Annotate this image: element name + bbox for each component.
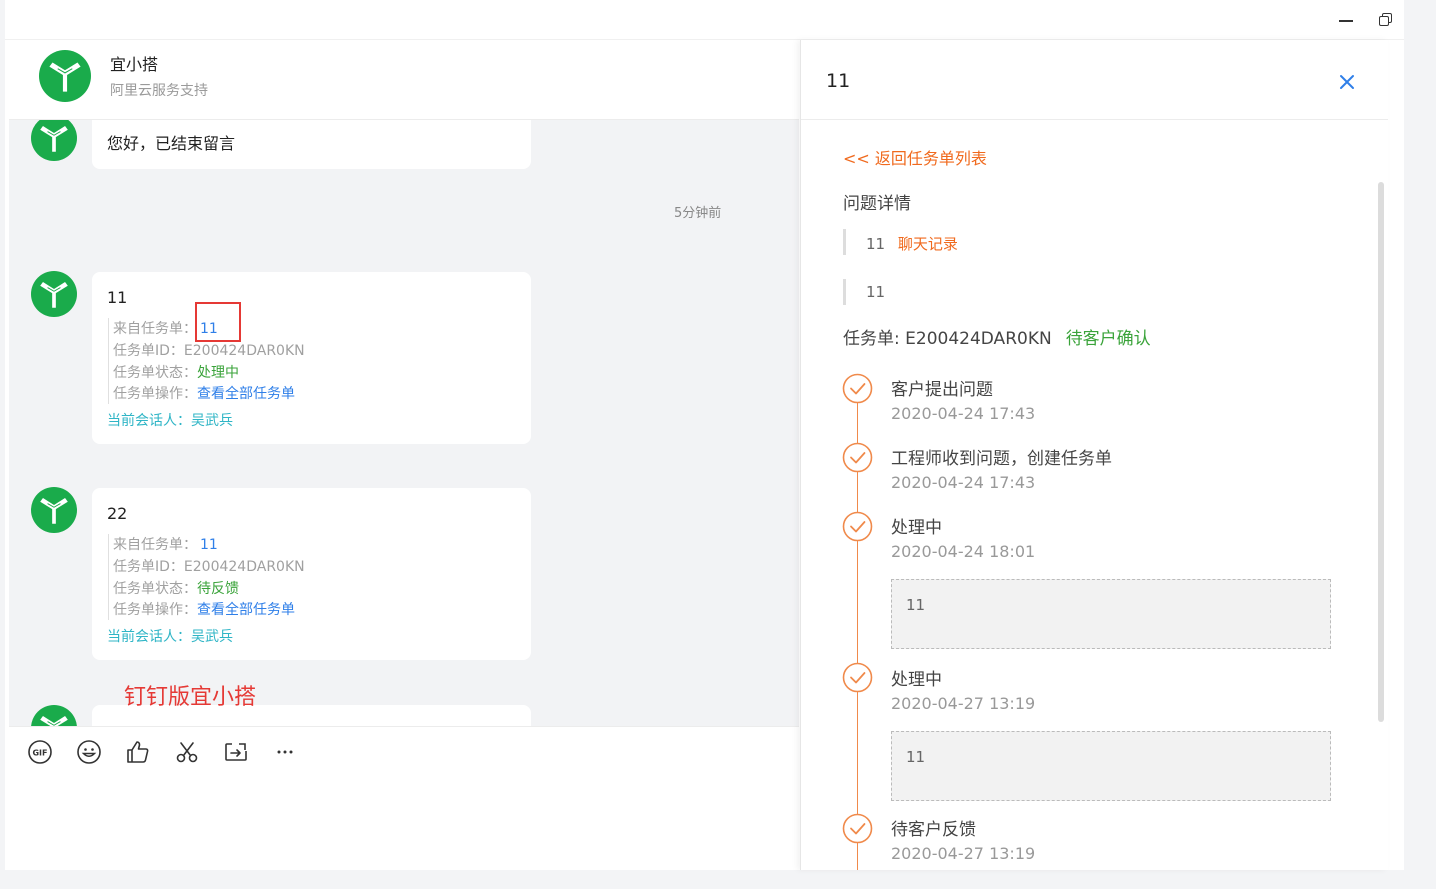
card-from-row: 来自任务单： 11 bbox=[113, 537, 218, 553]
card-status-row: 任务单状态：待反馈 bbox=[113, 581, 239, 597]
timeline-title: 工程师收到问题，创建任务单 bbox=[891, 449, 1112, 469]
task-id: 任务单: E200424DAR0KN bbox=[843, 329, 1052, 349]
timeline-time: 2020-04-24 18:01 bbox=[891, 542, 1036, 561]
timeline-note: 11 bbox=[891, 579, 1331, 649]
card-id-row: 任务单ID：E200424DAR0KN bbox=[113, 343, 305, 359]
card-speaker-row: 当前会话人：吴武兵 bbox=[107, 413, 233, 429]
panel-scrollbar[interactable] bbox=[1378, 182, 1384, 722]
scissors-icon[interactable] bbox=[174, 739, 200, 765]
gif-icon[interactable]: GIF bbox=[27, 739, 53, 765]
task-detail-panel: 11 << 返回任务单列表 问题详情 11 聊天记录 11 任务单: E2004… bbox=[800, 40, 1388, 870]
message-text: 您好，已结束留言 bbox=[107, 134, 236, 153]
timeline-time: 2020-04-27 13:19 bbox=[891, 694, 1036, 713]
card-speaker-row: 当前会话人：吴武兵 bbox=[107, 629, 233, 645]
chat-history-link[interactable]: 聊天记录 bbox=[898, 235, 958, 253]
card-op-row: 任务单操作：查看全部任务单 bbox=[113, 386, 295, 402]
bot-avatar-icon bbox=[39, 50, 91, 102]
back-to-task-list-link[interactable]: << 返回任务单列表 bbox=[843, 145, 987, 169]
card-status-row: 任务单状态：处理中 bbox=[113, 365, 239, 381]
bot-name: 宜小搭 bbox=[110, 55, 159, 74]
task-info: 任务单: E200424DAR0KN 待客户确认 bbox=[843, 324, 1151, 349]
card-title: 22 bbox=[107, 504, 128, 523]
timeline-title: 待客户反馈 bbox=[891, 820, 976, 840]
timeline-time: 2020-04-24 17:43 bbox=[891, 404, 1036, 423]
forward-icon[interactable] bbox=[223, 739, 249, 765]
task-card: 11 来自任务单： 11 任务单ID：E200424DAR0KN 任务单状态：处理… bbox=[92, 272, 531, 444]
bot-avatar-icon bbox=[31, 120, 77, 161]
close-icon[interactable] bbox=[1337, 72, 1357, 92]
minimize-button[interactable] bbox=[1336, 10, 1356, 30]
message-bubble: 您好，已结束留言 bbox=[92, 120, 531, 169]
check-circle-icon bbox=[842, 511, 873, 542]
task-status: 待客户确认 bbox=[1065, 329, 1151, 349]
check-circle-icon bbox=[842, 813, 873, 844]
check-circle-icon bbox=[842, 662, 873, 693]
card-title: 11 bbox=[107, 288, 128, 307]
timeline-title: 处理中 bbox=[891, 670, 942, 690]
thumbs-up-icon[interactable] bbox=[125, 739, 151, 765]
bot-avatar-icon bbox=[31, 705, 77, 726]
timeline-time: 2020-04-24 17:43 bbox=[891, 473, 1036, 492]
panel-title: 11 bbox=[826, 70, 851, 92]
timeline-time: 2020-04-27 13:19 bbox=[891, 844, 1036, 863]
restore-button[interactable] bbox=[1376, 10, 1396, 30]
bot-avatar-icon bbox=[31, 487, 77, 533]
watermark-caption: 钉钉版宜小搭 bbox=[124, 685, 257, 710]
more-icon[interactable] bbox=[272, 739, 298, 765]
question-line: 11 聊天记录 bbox=[866, 235, 958, 253]
question-line: 11 bbox=[866, 283, 886, 301]
view-all-tasks-link[interactable]: 查看全部任务单 bbox=[197, 602, 295, 618]
timeline-note: 11 bbox=[891, 731, 1331, 801]
highlight-box bbox=[195, 302, 241, 342]
bot-avatar-icon bbox=[31, 271, 77, 317]
bot-subtitle: 阿里云服务支持 bbox=[110, 83, 208, 99]
title-bar bbox=[5, 0, 1404, 40]
check-circle-icon bbox=[842, 442, 873, 473]
message-timestamp: 5分钟前 bbox=[674, 206, 722, 221]
section-title: 问题详情 bbox=[843, 194, 911, 214]
chat-header: 宜小搭 阿里云服务支持 bbox=[9, 40, 799, 120]
input-toolbar: GIF bbox=[9, 726, 799, 870]
message-list[interactable]: 您好，已结束留言 5分钟前 11 来自任务单： 11 任务单ID：E200424D… bbox=[9, 120, 799, 726]
check-circle-icon bbox=[842, 373, 873, 404]
app-window: 宜小搭 阿里云服务支持 您好，已结束留言 5分钟前 11 来自任务单： 11 任务… bbox=[5, 0, 1404, 870]
task-link[interactable]: 11 bbox=[200, 537, 218, 553]
card-id-row: 任务单ID：E200424DAR0KN bbox=[113, 559, 305, 575]
emoji-icon[interactable] bbox=[76, 739, 102, 765]
svg-text:GIF: GIF bbox=[32, 749, 47, 758]
view-all-tasks-link[interactable]: 查看全部任务单 bbox=[197, 386, 295, 402]
task-card: 22 来自任务单： 11 任务单ID：E200424DAR0KN 任务单状态：待反… bbox=[92, 488, 531, 660]
timeline-title: 处理中 bbox=[891, 518, 942, 538]
card-op-row: 任务单操作：查看全部任务单 bbox=[113, 602, 295, 618]
timeline-line bbox=[857, 403, 858, 870]
timeline-title: 客户提出问题 bbox=[891, 380, 993, 400]
